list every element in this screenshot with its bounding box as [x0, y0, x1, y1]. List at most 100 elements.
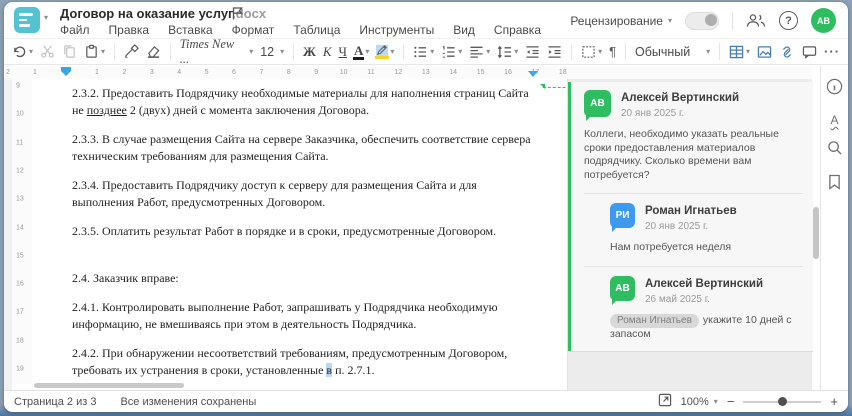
paragraph[interactable]: 2.3.2. Предоставить Подрядчику необходим… — [72, 85, 539, 118]
line-spacing-button[interactable]: ▾ — [497, 45, 518, 59]
insert-image-button[interactable] — [757, 45, 772, 59]
font-name-select[interactable]: Times New ... ▾ — [180, 37, 253, 67]
app-logo-icon[interactable] — [14, 7, 40, 33]
align-button[interactable]: ▾ — [469, 45, 490, 59]
menu-view[interactable]: Вид — [453, 23, 475, 37]
review-toggle[interactable] — [685, 11, 719, 30]
spellcheck-icon[interactable]: А — [830, 113, 838, 127]
chevron-down-icon[interactable]: ▾ — [390, 47, 394, 56]
toolbar: ▾ ▾ Times New ... ▾ 12 ▾ Ж К Ч А ▾ ▾ ▾ ▾… — [4, 37, 848, 67]
user-avatar[interactable]: АВ — [811, 8, 836, 33]
chevron-down-icon[interactable]: ▾ — [44, 14, 48, 22]
menu-tools[interactable]: Инструменты — [359, 23, 434, 37]
bold-button[interactable]: Ж — [303, 44, 316, 60]
highlight-color-button[interactable]: ▾ — [375, 44, 394, 59]
paragraph[interactable]: 2.4.2. При обнаружении несоответствий тр… — [72, 345, 539, 378]
chevron-down-icon[interactable]: ▾ — [598, 47, 602, 56]
fit-page-icon[interactable] — [658, 393, 672, 410]
paragraph-style-select[interactable]: Обычный ▾ — [635, 45, 710, 59]
chevron-down-icon[interactable]: ▾ — [458, 47, 462, 56]
ruler-number: 8 — [286, 69, 291, 76]
zoom-level-select[interactable]: 100% ▾ — [681, 396, 718, 408]
divider — [169, 43, 171, 60]
insert-table-button[interactable]: ▾ — [729, 45, 750, 59]
format-painter-button[interactable] — [124, 44, 139, 59]
menu-file[interactable]: Файл — [60, 23, 90, 37]
chevron-down-icon[interactable]: ▾ — [101, 47, 105, 56]
menu-edit[interactable]: Правка — [109, 23, 150, 37]
menu-format[interactable]: Формат — [232, 23, 275, 37]
ruler-number: 19 — [16, 365, 24, 373]
collaboration-users-icon[interactable] — [746, 13, 766, 28]
chevron-down-icon[interactable]: ▾ — [430, 47, 434, 56]
document-title-text: Договор на оказание услуг — [60, 6, 233, 21]
paragraph-settings-button[interactable]: ▾ — [581, 45, 602, 59]
font-size-value: 12 — [260, 44, 275, 59]
bookmark-icon[interactable] — [828, 174, 841, 195]
insert-link-button[interactable] — [779, 45, 795, 59]
chevron-down-icon[interactable]: ▾ — [746, 47, 750, 56]
ruler-number: 14 — [449, 69, 458, 76]
indent-marker-left[interactable] — [61, 67, 71, 76]
comment-date: 20 янв 2025 г. — [621, 108, 685, 119]
about-info-icon[interactable] — [826, 78, 843, 100]
horizontal-scrollbar[interactable] — [34, 383, 184, 388]
text-run: 2.4.2. При обнаружении несоответствий тр… — [72, 346, 508, 377]
paste-button[interactable]: ▾ — [84, 44, 105, 59]
document-page[interactable]: 2.3.2. Предоставить Подрядчику необходим… — [32, 79, 567, 390]
paragraph[interactable]: 2.4. Заказчик вправе: — [72, 270, 539, 287]
paragraph[interactable]: 2.4.1. Контролировать выполнение Работ, … — [72, 299, 539, 332]
insert-comment-button[interactable] — [802, 45, 817, 59]
zoom-slider[interactable] — [743, 397, 822, 406]
italic-button[interactable]: К — [323, 44, 332, 60]
divider — [732, 11, 733, 30]
chevron-down-icon[interactable]: ▾ — [365, 47, 369, 56]
vertical-ruler[interactable]: 91011121314151617181920 — [12, 79, 32, 401]
font-color-button[interactable]: А ▾ — [352, 44, 369, 60]
paragraph[interactable]: 2.3.3. В случае размещения Сайта на серв… — [72, 131, 539, 164]
comment-avatar: АВ — [584, 90, 611, 121]
menu-insert[interactable]: Вставка — [168, 23, 213, 37]
comment-thread[interactable]: АВ Алексей Вертинский 20 янв 2025 г. Кол… — [568, 82, 813, 352]
comments-scrollbar[interactable] — [813, 207, 819, 259]
ruler-number: 11 — [16, 139, 24, 147]
zoom-slider-knob[interactable] — [777, 397, 787, 406]
bullet-list-button[interactable]: ▾ — [413, 45, 434, 59]
document-text[interactable]: 2.3.2. Предоставить Подрядчику необходим… — [72, 85, 539, 390]
decrease-indent-button[interactable] — [525, 45, 540, 59]
ruler-number: 16 — [16, 280, 24, 288]
zoom-out-button[interactable]: − — [727, 395, 735, 408]
toolbar-more-button[interactable]: ··· — [824, 44, 840, 59]
review-mode-dropdown[interactable]: Рецензирование ▾ — [570, 14, 672, 28]
undo-button[interactable]: ▾ — [12, 44, 33, 59]
comment-reply[interactable]: РИ Роман Игнатьев 20 янв 2025 г. Нам пот… — [584, 193, 803, 255]
divider — [293, 43, 294, 60]
paragraph[interactable]: 2.3.4. Предоставить Подрядчику доступ к … — [72, 177, 539, 210]
mention-chip[interactable]: Роман Игнатьев — [610, 313, 699, 328]
underline-button[interactable]: Ч — [338, 44, 346, 60]
zoom-in-button[interactable]: + — [830, 395, 838, 408]
page-indicator[interactable]: Страница 2 из 3 — [14, 396, 96, 408]
menu-help[interactable]: Справка — [494, 23, 541, 37]
ruler-number: 18 — [16, 337, 24, 345]
help-icon[interactable]: ? — [779, 11, 798, 30]
numbered-list-button[interactable]: ▾ — [441, 45, 462, 59]
comment-reply[interactable]: АВ Алексей Вертинский 26 май 2025 г. Ром… — [584, 265, 803, 342]
chevron-down-icon[interactable]: ▾ — [514, 47, 518, 56]
nonprinting-chars-button[interactable]: ¶ — [609, 44, 616, 59]
copy-button[interactable] — [62, 44, 77, 59]
divider — [571, 43, 573, 60]
horizontal-ruler[interactable]: 2 1 1 2 3 4 5 6 7 8 9 10 11 12 13 14 15 16 17 18 — [4, 66, 812, 80]
status-bar: Страница 2 из 3 Все изменения сохранены … — [4, 390, 848, 412]
app-window: ▾ Договор на оказание услуг.docx Файл Пр… — [4, 2, 848, 412]
increase-indent-button[interactable] — [547, 45, 562, 59]
clear-style-button[interactable] — [146, 44, 161, 59]
text-run: 2.4. Заказчик вправе: — [72, 270, 179, 285]
font-size-select[interactable]: 12 ▾ — [260, 45, 284, 59]
cut-button[interactable] — [40, 44, 55, 59]
chevron-down-icon[interactable]: ▾ — [486, 47, 490, 56]
paragraph[interactable]: 2.3.5. Оплатить результат Работ в порядк… — [72, 223, 539, 240]
menu-table[interactable]: Таблица — [293, 23, 340, 37]
search-icon[interactable] — [827, 140, 843, 161]
chevron-down-icon[interactable]: ▾ — [29, 47, 33, 56]
